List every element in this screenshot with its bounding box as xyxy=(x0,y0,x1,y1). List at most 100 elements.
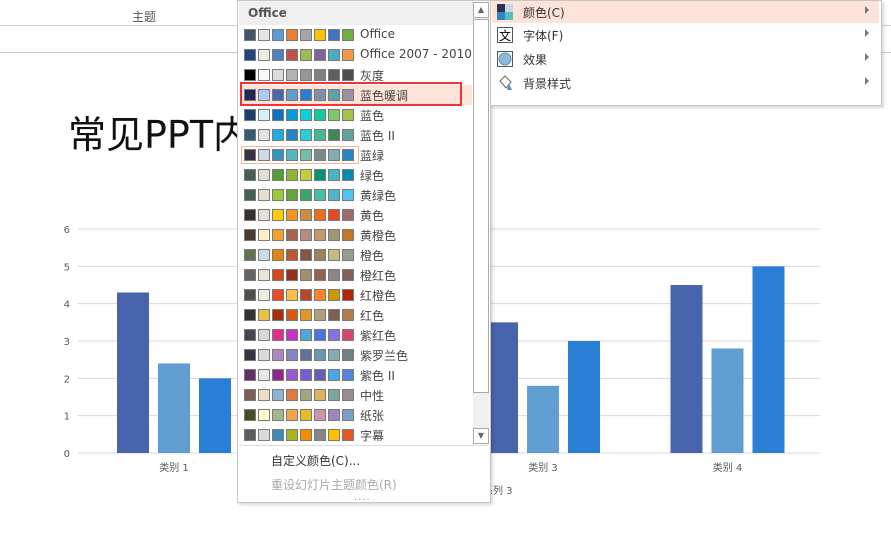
color-swatch xyxy=(328,189,340,201)
menu-item-effects[interactable]: 效果 xyxy=(492,48,879,70)
color-swatch xyxy=(244,229,256,241)
color-swatch xyxy=(286,349,298,361)
color-swatch xyxy=(328,249,340,261)
color-scheme-item[interactable]: 黄绿色 xyxy=(240,185,472,205)
menu-item-colors[interactable]: 颜色(C) xyxy=(492,1,879,23)
y-tick-label: 2 xyxy=(64,374,70,385)
color-palette-icon xyxy=(497,4,513,20)
color-scheme-item[interactable]: 蓝色 II xyxy=(240,125,472,145)
color-scheme-label: 黄绿色 xyxy=(360,189,397,203)
color-swatch xyxy=(272,389,284,401)
color-swatch xyxy=(328,329,340,341)
bar xyxy=(752,266,785,453)
color-swatch xyxy=(244,409,256,421)
color-swatch xyxy=(258,269,270,281)
color-swatches xyxy=(244,309,356,321)
theme-variant-menu: 颜色(C) 文 字体(F) 效果 背景样式 xyxy=(490,0,882,106)
color-scheme-item[interactable]: 黄橙色 xyxy=(240,225,472,245)
color-swatch xyxy=(300,189,312,201)
color-swatches xyxy=(244,109,356,121)
color-swatch xyxy=(314,249,326,261)
color-scheme-item[interactable]: 紫罗兰色 xyxy=(240,345,472,365)
color-swatch xyxy=(272,369,284,381)
color-swatch xyxy=(300,49,312,61)
color-swatch xyxy=(328,49,340,61)
color-scheme-item[interactable]: Office 2007 - 2010 xyxy=(240,45,472,65)
color-swatches xyxy=(244,429,356,441)
color-swatch xyxy=(286,209,298,221)
color-swatch xyxy=(272,89,284,101)
color-swatch xyxy=(272,149,284,161)
color-swatch xyxy=(314,69,326,81)
color-scheme-item[interactable]: 红色 xyxy=(240,305,472,325)
reset-theme-colors-item: 重设幻灯片主题颜色(R) xyxy=(271,478,397,492)
color-swatches xyxy=(244,209,356,221)
color-swatch xyxy=(258,49,270,61)
color-swatch xyxy=(328,389,340,401)
color-swatch xyxy=(328,269,340,281)
color-swatch xyxy=(328,209,340,221)
x-tick-label: 类别 3 xyxy=(528,461,558,474)
color-swatch xyxy=(286,269,298,281)
menu-section-header: Office xyxy=(239,1,473,25)
color-scheme-label: Office xyxy=(360,27,396,41)
color-swatch xyxy=(258,89,270,101)
menu-item-fonts[interactable]: 文 字体(F) xyxy=(492,24,879,46)
color-swatch xyxy=(286,229,298,241)
color-scheme-item[interactable]: 绿色 xyxy=(240,165,472,185)
color-swatch xyxy=(314,349,326,361)
color-scheme-item[interactable]: Office xyxy=(240,25,472,45)
color-scheme-item[interactable]: 蓝色暖调 xyxy=(240,82,472,106)
color-swatches xyxy=(244,269,356,281)
scroll-down-arrow-icon[interactable]: ▼ xyxy=(473,428,489,444)
color-scheme-label: 蓝绿 xyxy=(360,149,385,163)
color-swatch xyxy=(314,29,326,41)
color-swatch xyxy=(328,309,340,321)
menu-item-background-styles[interactable]: 背景样式 xyxy=(492,72,879,94)
color-swatch xyxy=(244,289,256,301)
color-swatch xyxy=(300,149,312,161)
color-swatch xyxy=(244,309,256,321)
color-swatch xyxy=(300,309,312,321)
color-swatch xyxy=(342,409,354,421)
color-swatches xyxy=(244,349,356,361)
color-swatches xyxy=(244,169,356,181)
color-scheme-item[interactable]: 蓝色 xyxy=(240,105,472,125)
color-scheme-item[interactable]: 纸张 xyxy=(240,405,472,425)
color-scheme-item[interactable]: 中性 xyxy=(240,385,472,405)
color-scheme-item[interactable]: 红橙色 xyxy=(240,285,472,305)
y-tick-label: 3 xyxy=(64,337,70,348)
custom-colors-item[interactable]: 自定义颜色(C)... xyxy=(271,452,360,469)
scrollbar[interactable]: ▲ ▼ xyxy=(473,2,489,444)
color-swatches xyxy=(244,289,356,301)
color-swatch xyxy=(286,369,298,381)
color-swatch xyxy=(244,349,256,361)
color-swatch xyxy=(300,129,312,141)
color-swatch xyxy=(258,389,270,401)
color-swatches xyxy=(244,369,356,381)
color-swatches xyxy=(244,89,356,101)
color-swatch xyxy=(272,109,284,121)
color-swatch xyxy=(300,269,312,281)
color-scheme-item[interactable]: 橙色 xyxy=(240,245,472,265)
color-scheme-item[interactable]: 黄色 xyxy=(240,205,472,225)
color-swatch xyxy=(258,209,270,221)
color-swatch xyxy=(314,309,326,321)
color-swatch xyxy=(244,149,256,161)
color-swatch xyxy=(244,189,256,201)
color-swatches xyxy=(244,409,356,421)
color-scheme-item[interactable]: 紫红色 xyxy=(240,325,472,345)
color-scheme-label: 橙色 xyxy=(360,249,385,263)
color-swatch xyxy=(342,169,354,181)
color-scheme-item[interactable]: 橙红色 xyxy=(240,265,472,285)
resize-grip[interactable]: ···· xyxy=(354,495,371,506)
color-swatch xyxy=(272,49,284,61)
color-scheme-item[interactable]: 蓝绿 xyxy=(240,145,472,165)
scroll-thumb[interactable] xyxy=(473,19,489,393)
color-scheme-item[interactable]: 紫色 II xyxy=(240,365,472,385)
scroll-up-arrow-icon[interactable]: ▲ xyxy=(473,2,489,18)
color-scheme-item[interactable]: 字幕 xyxy=(240,425,472,445)
color-swatch xyxy=(286,289,298,301)
color-swatch xyxy=(272,329,284,341)
color-scheme-label: 字幕 xyxy=(360,429,385,443)
